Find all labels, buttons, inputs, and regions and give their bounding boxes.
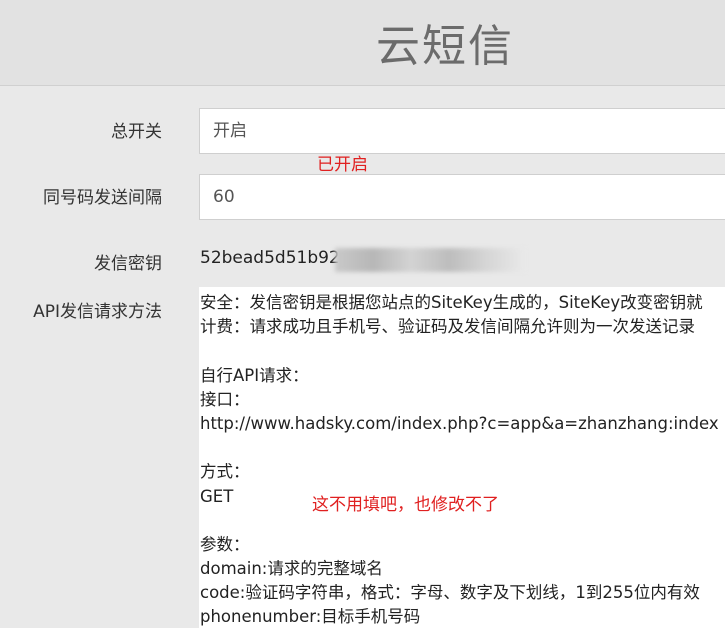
page-title: 云短信 — [376, 21, 514, 72]
interval-input[interactable]: 60 — [199, 174, 725, 220]
api-text-line: http://www.hadsky.com/index.php?c=app&a=… — [200, 413, 719, 433]
api-text-line: 接口： — [200, 389, 250, 409]
api-text-line: phonenumber:目标手机号码 — [200, 607, 421, 627]
api-text-line: 自行API请求： — [200, 365, 309, 385]
api-text-line — [200, 436, 725, 460]
api-text-line: 安全：发信密钥是根据您站点的SiteKey生成的，SiteKey改变密钥就 — [200, 293, 703, 312]
page-header: 云短信 — [0, 0, 725, 86]
interval-label: 同号码发送间隔 — [43, 188, 162, 208]
sms-key-value: 52bead5d51b92 — [200, 248, 340, 268]
api-text-line: 参数： — [200, 534, 250, 554]
api-method-textarea[interactable]: 安全：发信密钥是根据您站点的SiteKey生成的，SiteKey改变密钥就 计费：… — [199, 287, 725, 628]
api-text-line: domain:请求的完整域名 — [200, 559, 383, 579]
switch-label: 总开关 — [111, 122, 162, 142]
api-method-label: API发信请求方法 — [33, 302, 162, 322]
api-text-line — [200, 339, 725, 363]
api-text-line: 计费：请求成功且手机号、验证码及发信间隔允许则为一次发送记录 — [200, 317, 695, 337]
key-label: 发信密钥 — [94, 254, 162, 274]
switch-select[interactable]: 开启 — [199, 108, 725, 154]
no-fill-annotation: 这不用填吧，也修改不了 — [312, 495, 499, 515]
enabled-annotation: 已开启 — [317, 155, 368, 175]
page: 云短信 总开关 开启 已开启 同号码发送间隔 60 发信密钥 52bead5d5… — [0, 0, 725, 628]
api-text-line: 方式： — [200, 462, 250, 482]
api-text-line: code:验证码字符串，格式：字母、数字及下划线，1到255位内有效 — [200, 583, 700, 603]
redaction-blur — [335, 248, 525, 272]
